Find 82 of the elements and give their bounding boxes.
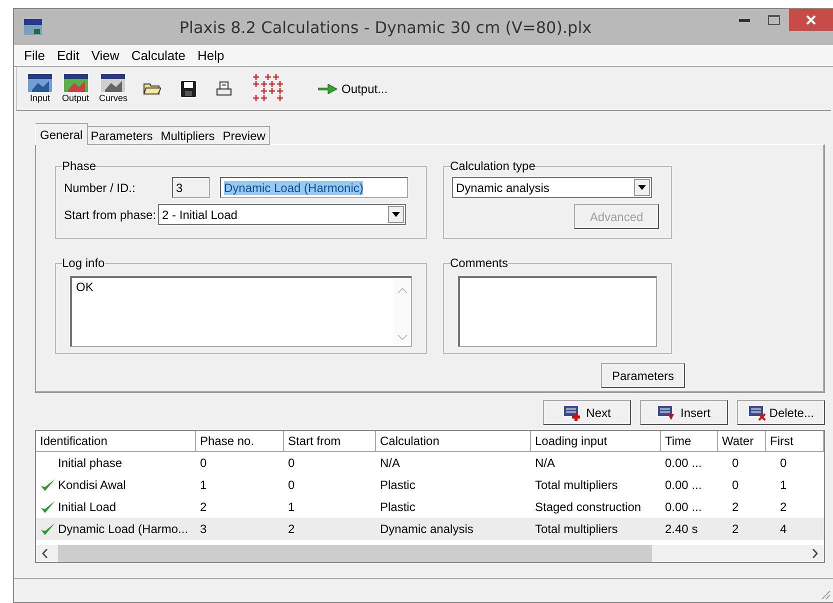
resize-grip-icon[interactable] [819,588,831,600]
table-cell: 0 [288,456,295,470]
table-cell: 2 [288,522,295,536]
menu-item[interactable]: Calculate [125,48,192,63]
table-cell: 1 [200,478,207,492]
table-cell-text: 2 [731,500,739,514]
program-icon [28,74,52,92]
program-button[interactable]: Input [25,74,55,103]
table-cell: 0.00 ... [665,456,702,470]
table-cell: 0.00 ... [665,500,702,514]
table-cell: 2.40 s [665,522,698,536]
group-title: Phase [62,159,96,173]
field-label: Number / ID.: [64,180,136,194]
phase-button[interactable]: Delete... [737,400,825,425]
tab[interactable]: Preview [218,126,270,145]
tab[interactable]: Parameters [86,126,158,145]
save-icon [180,80,196,96]
table-cell: 3 [200,522,207,536]
horizontal-scrollbar[interactable] [36,545,824,562]
table-cell: Staged construction [535,500,642,514]
table-cell-text: 0 [731,456,739,470]
close-button[interactable] [789,9,833,31]
folder-icon [142,82,161,95]
tab[interactable]: General [35,123,88,145]
dropdown-arrow-icon [638,185,646,190]
field-label: Start from phase: [64,208,156,222]
table-cell-text: 4 [779,522,787,536]
phase-name-field[interactable]: Dynamic Load (Harmonic) [220,177,408,198]
scroll-left-icon[interactable] [42,549,48,558]
parameters-button[interactable]: Parameters [600,363,685,388]
printer-icon [216,80,232,96]
table-cell: 1 [288,500,295,514]
table-cross-icon [748,404,766,420]
phase-button[interactable]: Next [543,400,631,425]
table-cell: 0 [288,478,295,492]
arrow-right-icon [318,84,338,94]
menu-item[interactable]: View [85,48,126,63]
start-phase-dropdown[interactable]: 2 - Initial Load [158,204,406,225]
close-icon[interactable] [806,15,816,25]
minimize-icon[interactable] [738,18,750,22]
table-cell: 0.00 ... [665,478,702,492]
window-title: Plaxis 8.2 Calculations - Dynamic 30 cm (V=80).plx [178,18,593,36]
phase-button[interactable]: Insert [640,400,728,425]
dropdown-arrow-icon [392,212,400,217]
table-cell-text: 2 [731,522,739,536]
table-cell: Total multipliers [535,478,618,492]
table-cell: N/A [535,456,556,470]
table-cell: 2 [200,500,207,514]
table-cell: Plastic [380,500,416,514]
program-icon [101,74,126,92]
maximize-icon[interactable] [768,15,780,25]
table-cell: Total multipliers [535,522,618,536]
table-cell-text: 0 [779,456,787,470]
program-button[interactable]: Output [59,74,92,103]
menu-item[interactable]: Edit [50,48,86,63]
calculation-type-dropdown[interactable]: Dynamic analysis [452,177,652,198]
plus-grid-icon [252,74,286,104]
tab[interactable]: Multipliers [156,126,220,145]
output-button[interactable]: Output... [312,80,394,96]
table-cell: Dynamic Load (Harmo... [58,522,188,536]
table-cell-text: 0 [731,478,739,492]
menu-item[interactable]: Help [192,48,230,63]
menu-item[interactable]: File [18,48,51,63]
table-cell: Initial phase [58,456,122,470]
app-icon [24,19,42,35]
table-cell: N/A [380,456,400,470]
group-title: Comments [450,256,508,270]
table-cell: Initial Load [58,500,116,514]
table-cell-text: 2 [779,500,787,514]
table-cell: Dynamic analysis [380,522,474,536]
number-field[interactable]: 3 [172,177,210,198]
table-cell-text: 1 [779,478,787,492]
program-button[interactable]: Curves [96,74,131,103]
group-title: Calculation type [450,159,536,173]
program-icon [64,74,88,92]
comments-text-area[interactable] [458,276,657,347]
group-title: Log info [62,256,105,270]
log-text-area[interactable]: OK [70,276,412,347]
table-cell: Kondisi Awal [58,478,126,492]
table-cell: Plastic [380,478,416,492]
table-cell: 0 [200,456,207,470]
scroll-right-icon[interactable] [812,549,818,558]
